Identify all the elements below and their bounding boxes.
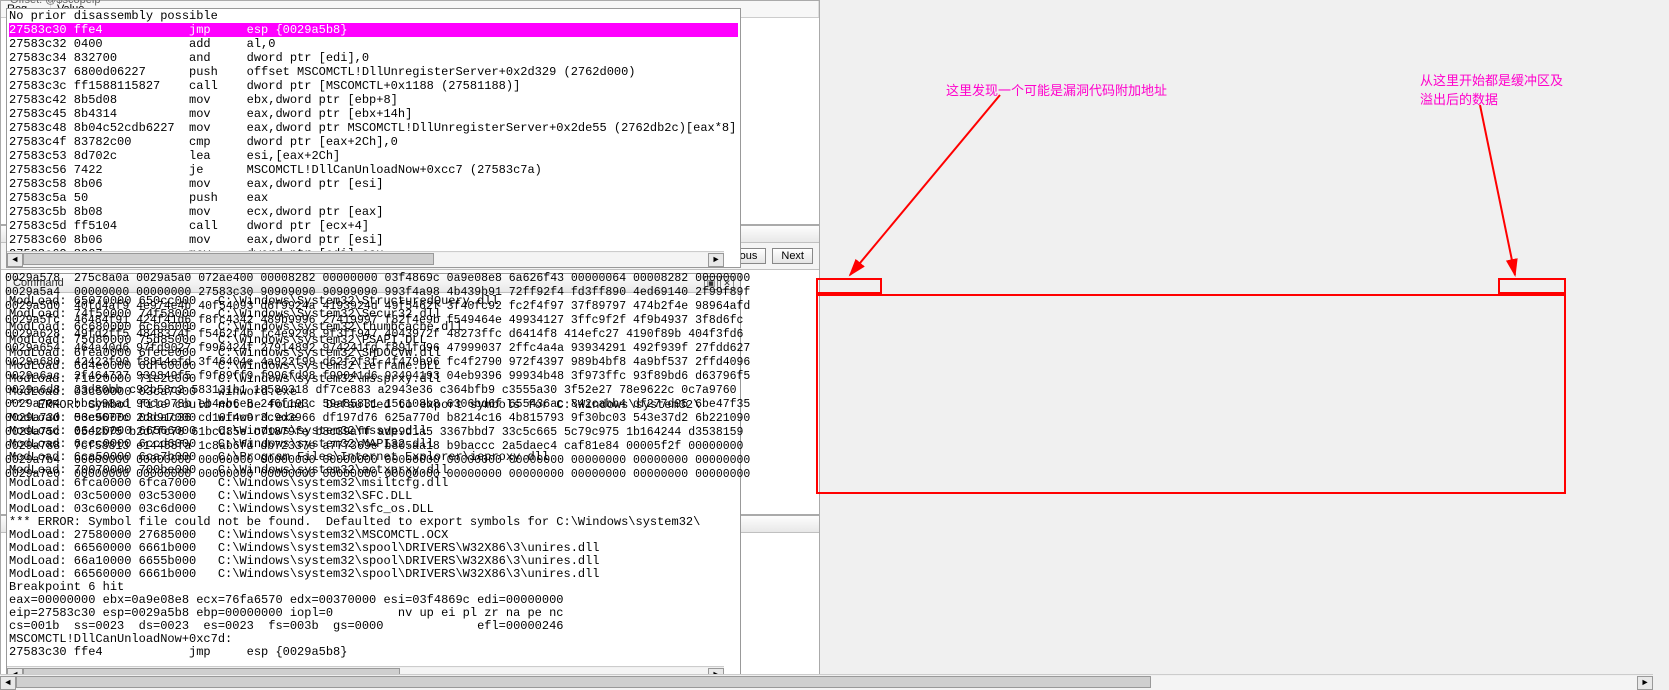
scroll-left-icon[interactable]: ◄ [7,253,23,267]
next-button[interactable]: Next [772,248,813,264]
memory-scrollbar[interactable]: ◄ ► [0,674,1653,690]
disasm-line[interactable]: 27583c53 8d702c lea esi,[eax+2Ch] [9,149,738,163]
scroll-right-icon[interactable]: ► [1637,676,1653,690]
disasm-line[interactable]: 27583c56 7422 je MSCOMCTL!DllCanUnloadNo… [9,163,738,177]
annotation-vuln-address: 这里发现一个可能是漏洞代码附加地址 [946,80,1167,99]
arrow-annotation-2 [1420,100,1540,280]
disasm-line[interactable]: 27583c37 6800d06227 push offset MSCOMCTL… [9,65,738,79]
disasm-line[interactable]: 27583c48 8b04c52cdb6227 mov eax,dword pt… [9,121,738,135]
disasm-line[interactable]: 27583c58 8b06 mov eax,dword ptr [esi] [9,177,738,191]
disasm-line[interactable]: 27583c42 8b5d08 mov ebx,dword ptr [ebp+8… [9,93,738,107]
highlight-box-first-dword [816,278,882,294]
arrow-annotation-1 [820,90,1070,290]
disasm-line[interactable]: 27583c45 8b4314 mov eax,dword ptr [ebx+1… [9,107,738,121]
disasm-line[interactable]: 27583c5b 8b08 mov ecx,dword ptr [eax] [9,205,738,219]
disasm-line[interactable]: 27583c60 8b06 mov eax,dword ptr [esi] [9,233,738,247]
disasm-line[interactable]: 27583c32 0400 add al,0 [9,37,738,51]
disasm-line[interactable]: 27583c5a 50 push eax [9,191,738,205]
disasm-line[interactable]: 27583c30 ffe4 jmp esp {0029a5b8} [9,23,738,37]
disassembly-pane: No prior disassembly possible27583c30 ff… [6,8,741,268]
memory-pane: Memory Virtual: Display format: Long Hex… [0,225,820,515]
disasm-line[interactable]: 27583c3c ff1588115827 call dword ptr [MS… [9,79,738,93]
scroll-left-icon[interactable]: ◄ [0,676,16,690]
disasm-header: No prior disassembly possible [9,9,738,23]
disassembly-body[interactable]: No prior disassembly possible27583c30 ff… [7,9,740,253]
scroll-right-icon[interactable]: ► [708,253,724,267]
disasm-scrollbar[interactable]: ◄ ► [7,251,724,267]
highlight-box-last-dword [1498,278,1566,294]
memory-body[interactable]: 0029a578 275c8a0a 0029a5a0 072ae400 0000… [1,270,819,498]
disasm-line[interactable]: 27583c34 832700 and dword ptr [edi],0 [9,51,738,65]
annotation-buffer-overflow: 从这里开始都是缓冲区及 溢出后的数据 [1420,70,1563,108]
highlight-box-buffer [816,294,1566,494]
disasm-line[interactable]: 27583c5d ff5104 call dword ptr [ecx+4] [9,219,738,233]
offset-label: Offset: @$scopeip [10,0,100,6]
disasm-line[interactable]: 27583c4f 83782c00 cmp dword ptr [eax+2Ch… [9,135,738,149]
